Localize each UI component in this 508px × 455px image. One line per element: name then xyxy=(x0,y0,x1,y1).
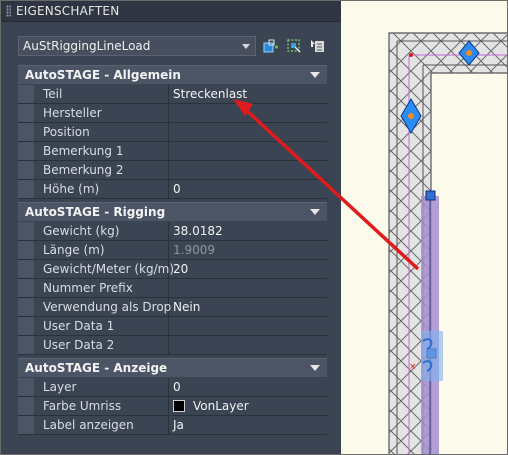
application-window: EIGENSCHAFTEN AuStRiggingLineLoad AutoST… xyxy=(0,0,508,455)
annotation-arrow xyxy=(233,99,420,271)
